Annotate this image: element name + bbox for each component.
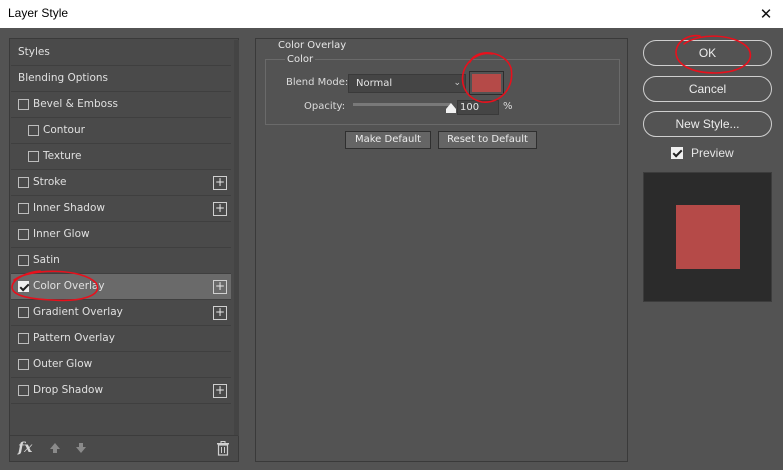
preview-thumbnail	[643, 172, 772, 302]
preview-swatch	[676, 205, 740, 269]
move-down-icon[interactable]	[74, 441, 88, 455]
style-checkbox[interactable]	[18, 177, 29, 188]
move-up-icon[interactable]	[48, 441, 62, 455]
styles-scrollbar[interactable]	[234, 40, 239, 436]
style-checkbox[interactable]	[18, 229, 29, 240]
add-effect-icon[interactable]: +	[213, 306, 227, 320]
new-style-button[interactable]: New Style...	[643, 111, 772, 137]
style-item-pattern-overlay[interactable]: Pattern Overlay	[11, 326, 231, 352]
style-item-inner-shadow[interactable]: Inner Shadow +	[11, 196, 231, 222]
add-effect-icon[interactable]: +	[213, 280, 227, 294]
styles-list: Styles Blending Options Bevel & Emboss Cont…	[11, 40, 231, 404]
style-item-contour[interactable]: Contour	[11, 118, 231, 144]
style-checkbox[interactable]	[18, 385, 29, 396]
fx-icon[interactable]: fx	[18, 440, 32, 456]
style-item-label: Outer Glow	[33, 358, 93, 370]
preview-checkbox[interactable]	[671, 147, 683, 159]
blend-mode-label: Blend Mode:	[286, 77, 349, 88]
style-checkbox[interactable]	[18, 307, 29, 318]
style-checkbox[interactable]	[28, 125, 39, 136]
opacity-label: Opacity:	[304, 101, 346, 112]
reset-to-default-button[interactable]: Reset to Default	[438, 131, 537, 149]
style-checkbox[interactable]	[18, 255, 29, 266]
style-item-label: Bevel & Emboss	[33, 98, 119, 110]
preview-label: Preview	[691, 146, 734, 160]
ok-button[interactable]: OK	[643, 40, 772, 66]
opacity-unit: %	[503, 101, 513, 112]
style-checkbox[interactable]	[18, 281, 29, 292]
overlay-color-swatch[interactable]	[469, 71, 504, 95]
style-item-outer-glow[interactable]: Outer Glow	[11, 352, 231, 378]
style-item-texture[interactable]: Texture	[11, 144, 231, 170]
color-overlay-panel: Color Overlay Color Blend Mode: Normal ⌄…	[255, 38, 628, 462]
style-item-label: Drop Shadow	[33, 384, 104, 396]
opacity-slider-thumb[interactable]	[446, 103, 456, 113]
opacity-input[interactable]: 100	[457, 100, 499, 115]
style-item-stroke[interactable]: Stroke +	[11, 170, 231, 196]
style-checkbox[interactable]	[28, 151, 39, 162]
opacity-slider-track[interactable]	[353, 103, 451, 106]
style-item-label: Styles	[18, 46, 50, 58]
style-checkbox[interactable]	[18, 333, 29, 344]
style-item-label: Inner Glow	[33, 228, 90, 240]
style-item-label: Pattern Overlay	[33, 332, 115, 344]
styles-panel: Styles Blending Options Bevel & Emboss Cont…	[9, 38, 239, 462]
style-item-label: Satin	[33, 254, 60, 266]
window-title: Layer Style	[8, 6, 69, 20]
style-item-label: Contour	[43, 124, 85, 136]
add-effect-icon[interactable]: +	[213, 176, 227, 190]
add-effect-icon[interactable]: +	[213, 384, 227, 398]
overlay-color-fill	[472, 74, 501, 92]
style-item-blending-options[interactable]: Blending Options	[11, 66, 231, 92]
style-item-label: Color Overlay	[33, 280, 105, 292]
style-checkbox[interactable]	[18, 359, 29, 370]
chevron-down-icon: ⌄	[453, 78, 461, 88]
style-item-styles[interactable]: Styles	[11, 40, 231, 66]
style-item-bevel-emboss[interactable]: Bevel & Emboss	[11, 92, 231, 118]
close-icon[interactable]: ✕	[753, 2, 779, 26]
style-item-label: Blending Options	[18, 72, 108, 84]
trash-icon[interactable]	[216, 441, 230, 456]
subgroup-title: Color	[285, 54, 316, 65]
style-item-gradient-overlay[interactable]: Gradient Overlay +	[11, 300, 231, 326]
blend-mode-select[interactable]: Normal ⌄	[348, 74, 466, 93]
blend-mode-value: Normal	[356, 78, 393, 89]
style-item-label: Gradient Overlay	[33, 306, 123, 318]
make-default-button[interactable]: Make Default	[345, 131, 431, 149]
add-effect-icon[interactable]: +	[213, 202, 227, 216]
group-title: Color Overlay	[278, 40, 347, 51]
style-item-label: Stroke	[33, 176, 67, 188]
title-bar: Layer Style ✕	[0, 0, 783, 28]
style-item-label: Inner Shadow	[33, 202, 105, 214]
cancel-button[interactable]: Cancel	[643, 76, 772, 102]
styles-footer: fx	[10, 435, 238, 461]
style-checkbox[interactable]	[18, 99, 29, 110]
style-item-drop-shadow[interactable]: Drop Shadow +	[11, 378, 231, 404]
style-item-label: Texture	[43, 150, 82, 162]
style-item-color-overlay[interactable]: Color Overlay +	[11, 274, 231, 300]
style-checkbox[interactable]	[18, 203, 29, 214]
style-item-inner-glow[interactable]: Inner Glow	[11, 222, 231, 248]
style-item-satin[interactable]: Satin	[11, 248, 231, 274]
